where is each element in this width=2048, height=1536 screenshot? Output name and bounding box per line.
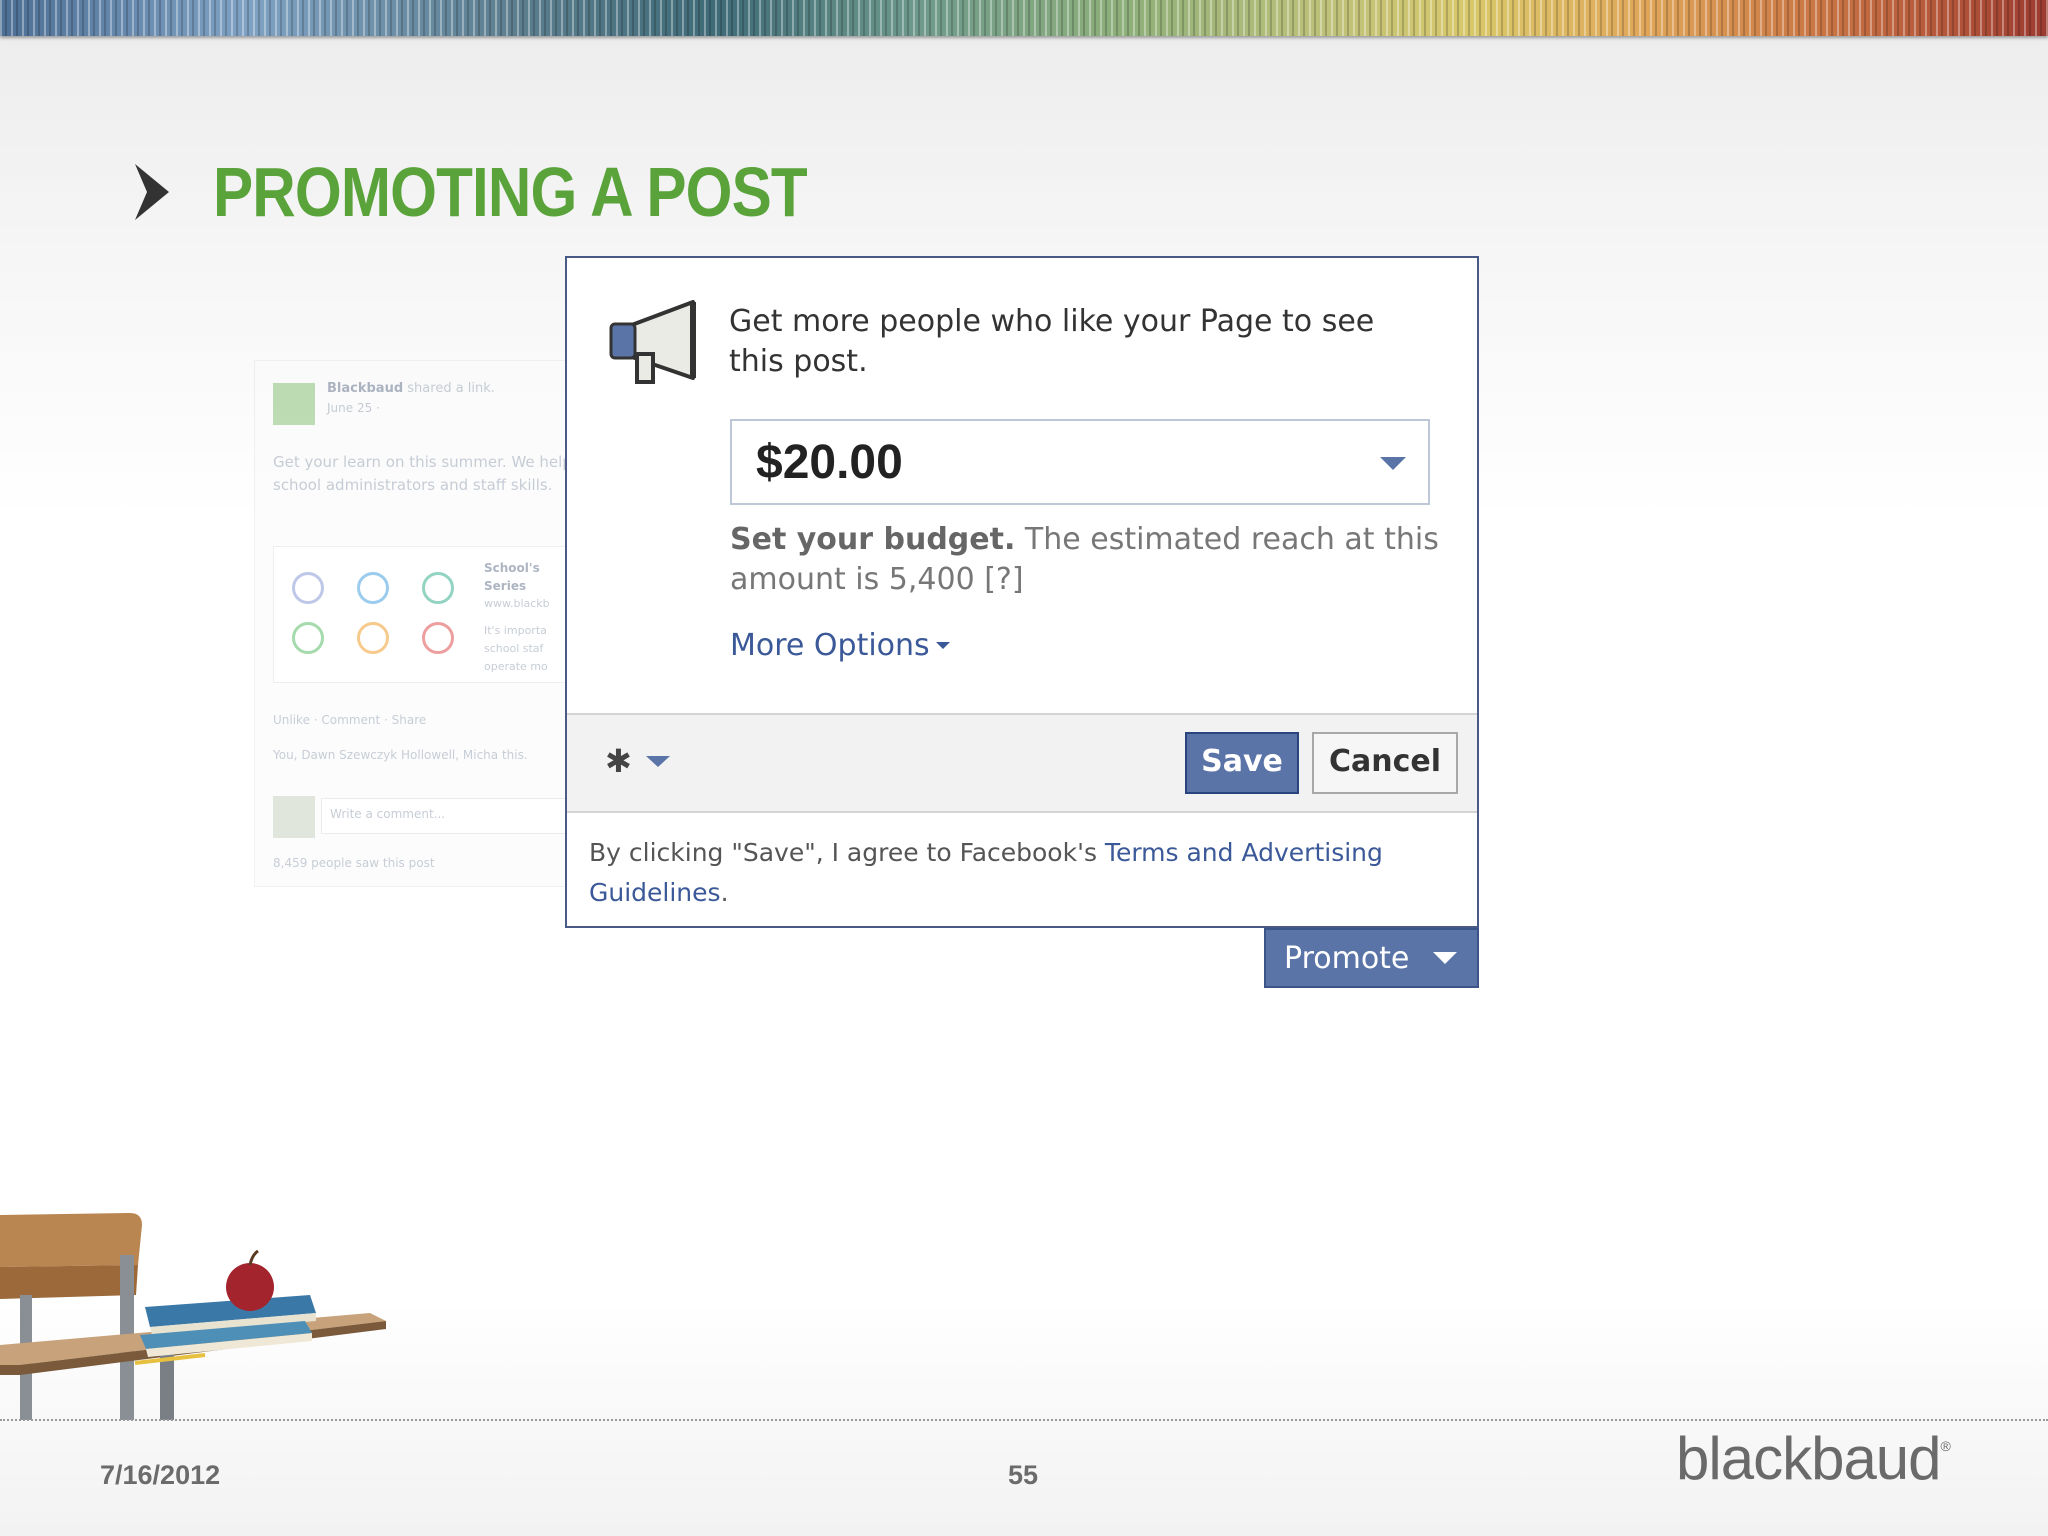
post-avatar	[273, 383, 315, 425]
app-icon	[422, 572, 454, 604]
caret-down-icon	[935, 642, 950, 649]
chevron-down-icon	[645, 755, 670, 767]
blackbaud-logo: blackbaud®	[1676, 1424, 1951, 1493]
promote-label: Promote	[1284, 940, 1410, 976]
app-icon	[292, 622, 324, 654]
school-desk-illustration	[0, 1213, 386, 1420]
app-icon	[357, 622, 389, 654]
post-actions: Unlike · Comment · Share	[273, 713, 427, 727]
top-decorative-stripe	[0, 0, 2048, 36]
footer-divider	[0, 1419, 2048, 1421]
promote-post-dialog: Get more people who like your Page to se…	[565, 256, 1479, 928]
terms-suffix: .	[720, 878, 729, 907]
budget-select[interactable]: $20.00	[730, 419, 1430, 505]
slide-date: 7/16/2012	[100, 1460, 221, 1490]
card-description: It's importa school staf operate mo	[484, 624, 548, 673]
commenter-avatar	[273, 796, 315, 838]
budget-help-bold: Set your budget.	[730, 522, 1016, 557]
chevron-down-icon	[1380, 457, 1406, 470]
chevron-right-icon	[135, 164, 169, 220]
settings-menu-button[interactable]: ✱	[605, 745, 670, 777]
post-author: Blackbaud	[327, 381, 404, 396]
promote-prompt: Get more people who like your Page to se…	[729, 304, 1375, 379]
budget-help-text: Set your budget. The estimated reach at …	[730, 520, 1450, 600]
logo-text: blackbaud	[1676, 1425, 1942, 1492]
link-preview-card: School's Series www.blackb It's importa …	[273, 546, 575, 683]
slide-page-number: 55	[1008, 1460, 1039, 1490]
dialog-button-bar: ✱ Save Cancel	[567, 713, 1477, 813]
more-options-link[interactable]: More Options	[730, 628, 950, 663]
slide-title: PROMOTING A POST	[213, 153, 808, 231]
background-facebook-post: Blackbaud shared a link. June 25 · Get y…	[254, 360, 586, 887]
save-button[interactable]: Save	[1185, 732, 1299, 794]
post-seen-count: 8,459 people saw this post	[273, 856, 435, 870]
post-header: Blackbaud shared a link.	[327, 381, 577, 396]
terms-notice: By clicking "Save", I agree to Facebook'…	[589, 833, 1449, 913]
card-url: www.blackb	[484, 597, 550, 610]
comment-input: Write a comment...	[321, 798, 571, 834]
card-title: School's Series	[484, 561, 540, 593]
post-action: shared a link.	[407, 381, 495, 396]
app-icon	[357, 572, 389, 604]
megaphone-icon	[609, 300, 696, 384]
promote-button[interactable]: Promote	[1264, 928, 1479, 988]
logo-registered-mark: ®	[1940, 1438, 1951, 1454]
app-icon	[292, 572, 324, 604]
gear-icon: ✱	[605, 742, 632, 780]
post-likes: You, Dawn Szewczyk Hollowell, Micha this…	[273, 748, 528, 762]
more-options-label: More Options	[730, 628, 930, 663]
chevron-down-icon	[1433, 952, 1458, 964]
budget-value: $20.00	[756, 436, 903, 489]
help-link[interactable]: [?]	[984, 562, 1023, 597]
terms-prefix: By clicking "Save", I agree to Facebook'…	[589, 838, 1105, 867]
post-message: Get your learn on this summer. We help s…	[273, 453, 572, 494]
post-meta: June 25 ·	[327, 401, 380, 415]
slide-title-row: PROMOTING A POST	[135, 150, 904, 234]
app-icon	[422, 622, 454, 654]
cancel-button[interactable]: Cancel	[1312, 732, 1458, 794]
